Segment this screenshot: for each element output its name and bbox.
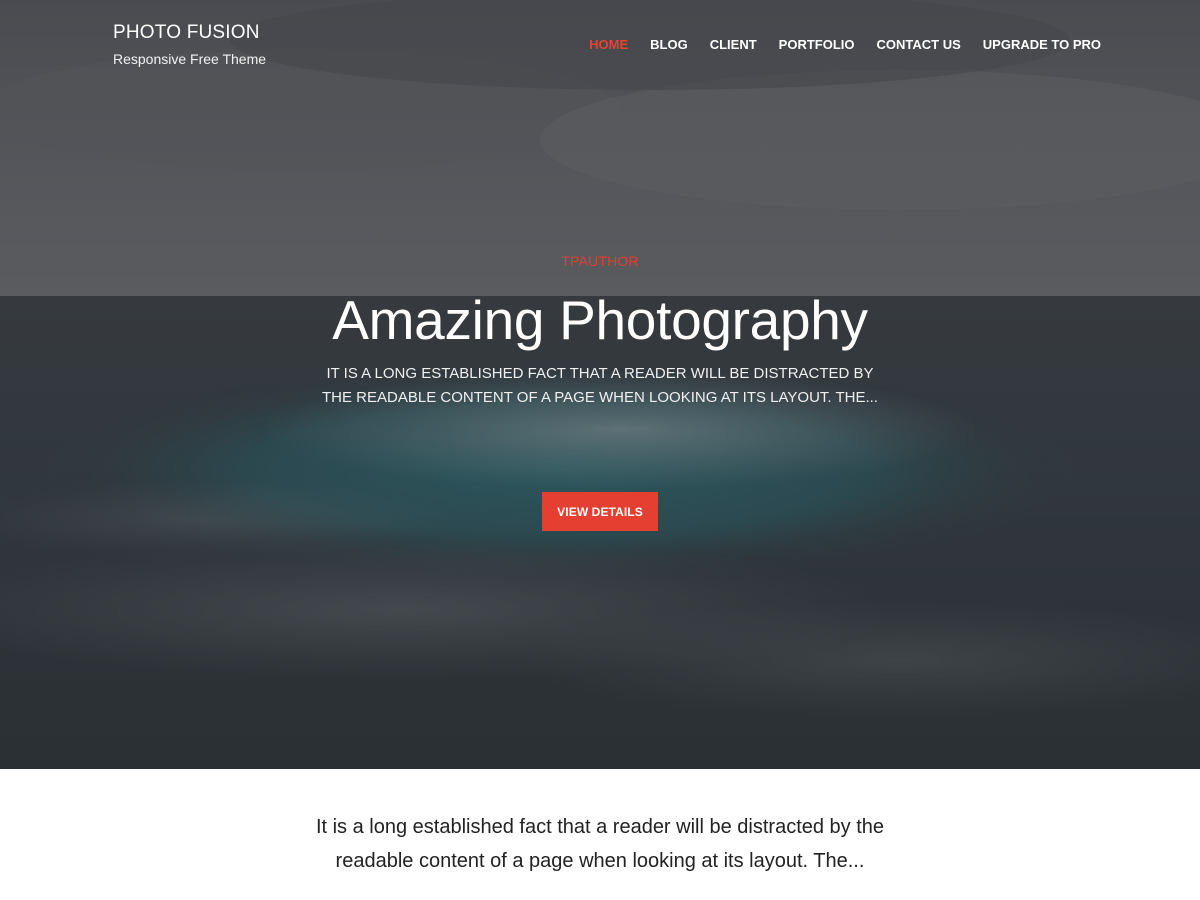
intro-text: It is a long established fact that a rea…: [315, 816, 885, 872]
nav-item-upgrade-to-pro[interactable]: UPGRADE TO PRO: [983, 37, 1101, 53]
hero-description: IT IS A LONG ESTABLISHED FACT THAT A REA…: [322, 365, 878, 406]
site-branding: PHOTO FUSION Responsive Free Theme: [113, 22, 266, 67]
hero-author[interactable]: TPAUTHOR: [0, 252, 1200, 270]
hero-content: TPAUTHOR Amazing Photography IT IS A LON…: [0, 252, 1200, 410]
view-details-button[interactable]: VIEW DETAILS: [542, 492, 658, 531]
nav-item-home[interactable]: HOME: [589, 37, 628, 53]
site-title[interactable]: PHOTO FUSION: [113, 22, 266, 44]
site-tagline: Responsive Free Theme: [113, 51, 267, 67]
main-navigation: HOME BLOG CLIENT PORTFOLIO CONTACT US UP…: [567, 37, 1101, 53]
nav-item-contact-us[interactable]: CONTACT US: [877, 37, 961, 53]
nav-item-portfolio[interactable]: PORTFOLIO: [779, 37, 855, 53]
nav-item-client[interactable]: CLIENT: [710, 37, 757, 53]
hero-title: Amazing Photography: [332, 289, 868, 351]
intro-section: It is a long established fact that a rea…: [0, 810, 1200, 878]
nav-item-blog[interactable]: BLOG: [650, 37, 688, 53]
